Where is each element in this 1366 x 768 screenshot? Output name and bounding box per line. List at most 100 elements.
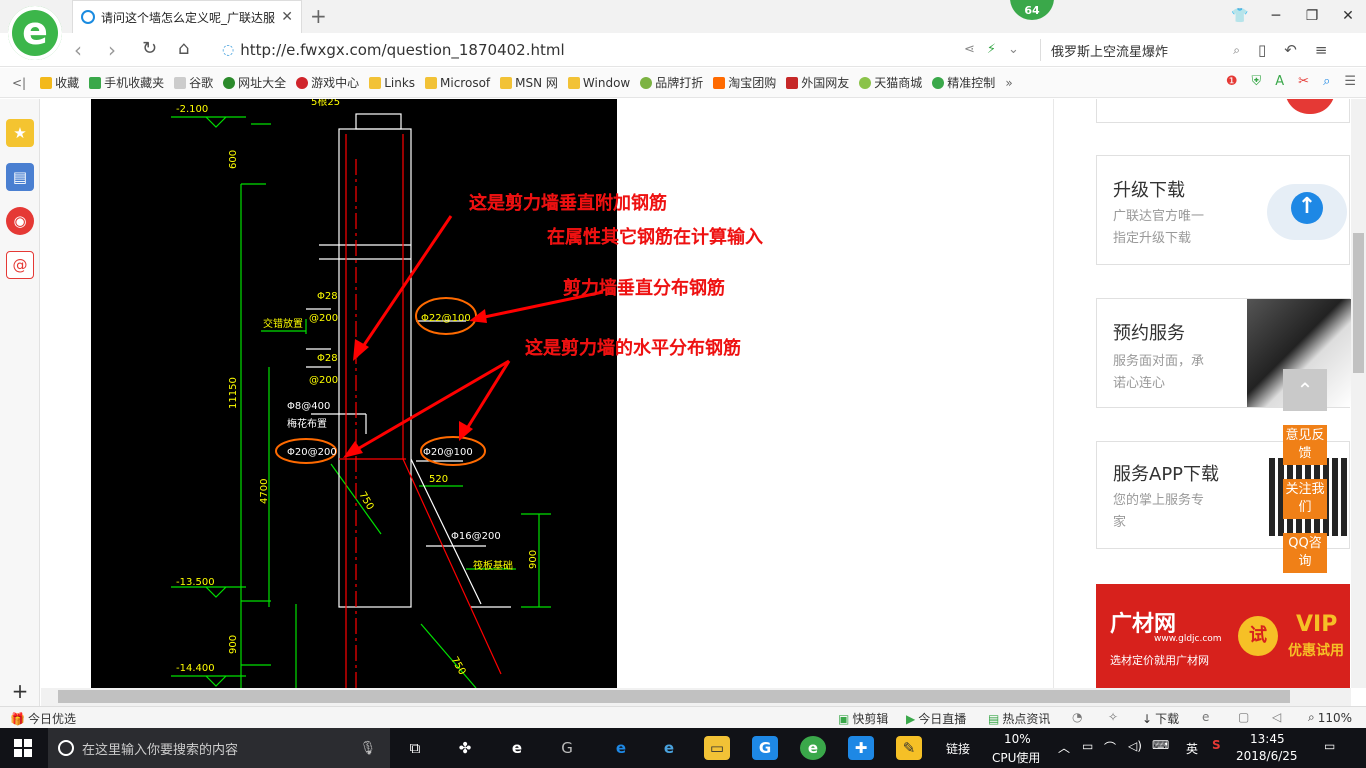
- back-to-top-button[interactable]: ⌃: [1283, 369, 1327, 411]
- taskbar-search[interactable]: 在这里输入你要搜索的内容 🎙: [48, 728, 390, 768]
- glodon-icon[interactable]: G: [752, 736, 778, 760]
- follow-us-button[interactable]: 关注我们: [1283, 479, 1327, 519]
- search-icon[interactable]: ⌕: [1233, 43, 1240, 58]
- mobile-icon[interactable]: ▯: [1258, 41, 1266, 59]
- bookmark-folder[interactable]: MSN 网: [500, 74, 558, 91]
- window-icon[interactable]: ▢: [1238, 710, 1249, 724]
- feedback-button[interactable]: 意见反馈: [1283, 425, 1327, 465]
- show-hidden-icon[interactable]: ︿: [1058, 739, 1070, 756]
- upgrade-download-card[interactable]: 升级下载 广联达官方唯一 指定升级下载 ↑: [1096, 155, 1350, 265]
- bookmark-item[interactable]: 收藏: [40, 74, 79, 91]
- favorites-star-icon[interactable]: ★: [6, 119, 34, 147]
- back-button[interactable]: ‹: [74, 38, 82, 62]
- bookmark-folder[interactable]: Microsof: [425, 76, 490, 90]
- quick-clip[interactable]: ▣ 快剪辑: [838, 710, 888, 727]
- download-button[interactable]: ↓ 下载: [1142, 710, 1179, 727]
- bookmark-folder[interactable]: Links: [369, 76, 415, 90]
- undo-icon[interactable]: ↶: [1284, 41, 1297, 59]
- clock-time[interactable]: 13:45: [1250, 732, 1285, 746]
- collapse-sidebar-icon[interactable]: <|: [12, 76, 26, 90]
- app-plus-icon[interactable]: ✚: [848, 736, 874, 760]
- promo-card-top[interactable]: [1096, 99, 1350, 123]
- card-subtitle: 指定升级下载: [1113, 231, 1192, 246]
- network-icon[interactable]: ⌒: [1104, 739, 1116, 756]
- email-icon[interactable]: @: [6, 251, 34, 279]
- bookmark-item[interactable]: 品牌打折: [640, 74, 703, 91]
- url-field[interactable]: ◌ http://e.fwxgx.com/question_1870402.ht…: [222, 39, 1032, 61]
- new-tab-button[interactable]: +: [310, 4, 327, 28]
- browser-logo[interactable]: e: [8, 6, 62, 60]
- weibo-icon[interactable]: ◉: [6, 207, 34, 235]
- mute-icon[interactable]: ◁: [1272, 710, 1281, 724]
- page-icon: [174, 76, 187, 89]
- close-window-button[interactable]: ✕: [1330, 0, 1366, 33]
- tab-active[interactable]: 请问这个墙怎么定义呢_广联达服 ✕: [72, 0, 302, 33]
- 360-browser-icon[interactable]: e: [800, 736, 826, 760]
- today-live[interactable]: ▶ 今日直播: [906, 710, 966, 727]
- menu-icon[interactable]: ≡: [1315, 41, 1328, 59]
- ie-edge-icon[interactable]: e: [504, 736, 530, 760]
- grid-menu-icon[interactable]: ☰: [1344, 74, 1356, 89]
- notification-badge[interactable]: 64: [1010, 0, 1054, 20]
- taobao-icon: [713, 76, 726, 89]
- skin-icon[interactable]: 👕: [1222, 0, 1258, 33]
- g-app-icon[interactable]: G: [554, 736, 580, 760]
- vertical-scrollbar[interactable]: [1351, 99, 1366, 688]
- bookmark-item[interactable]: 谷歌: [174, 74, 213, 91]
- bookmark-item[interactable]: 淘宝团购: [713, 74, 776, 91]
- forward-button[interactable]: ›: [108, 38, 116, 62]
- notification-center-icon[interactable]: ▭: [1324, 739, 1335, 753]
- edge-icon[interactable]: e: [608, 736, 634, 760]
- today-picks[interactable]: 🎁 今日优选: [10, 710, 76, 727]
- minimize-button[interactable]: ─: [1258, 0, 1294, 33]
- dropdown-icon[interactable]: ⌄: [1008, 42, 1019, 57]
- vertical-scrollbar-thumb[interactable]: [1353, 233, 1364, 373]
- microphone-icon[interactable]: 🎙: [359, 741, 376, 756]
- start-button[interactable]: [14, 739, 32, 757]
- task-view-icon[interactable]: ⧉: [402, 736, 428, 760]
- gldjc-promo-banner[interactable]: 广材网 www.gldjc.com 选材定价就用广材网 试 VIP 优惠试用: [1096, 584, 1350, 688]
- sogou-icon[interactable]: S: [1212, 738, 1221, 752]
- tray-link[interactable]: 链接: [946, 740, 970, 757]
- bookmark-item[interactable]: 外国网友: [786, 74, 849, 91]
- extension-icon[interactable]: ❶: [1226, 74, 1238, 89]
- ie-mode-icon[interactable]: e: [1202, 710, 1209, 724]
- share-icon[interactable]: ⋖: [964, 42, 975, 57]
- search-field[interactable]: 俄罗斯上空流星爆炸 ⌕: [1040, 39, 1240, 61]
- shield-icon[interactable]: ⛨: [1251, 74, 1261, 89]
- tools-icon[interactable]: ✧: [1108, 710, 1118, 724]
- dimension-label: 900: [228, 635, 239, 654]
- keyboard-icon[interactable]: ⌨: [1152, 738, 1169, 752]
- dimension-label: 11150: [228, 377, 239, 409]
- hot-news[interactable]: ▤ 热点资讯: [988, 710, 1050, 727]
- volume-icon[interactable]: ◁): [1128, 739, 1142, 753]
- internet-explorer-icon[interactable]: e: [656, 736, 682, 760]
- bookmark-item[interactable]: 手机收藏夹: [89, 74, 164, 91]
- speed-icon[interactable]: ◔: [1072, 710, 1082, 724]
- bookmark-item[interactable]: 精准控制: [932, 74, 995, 91]
- battery-icon[interactable]: ▭: [1082, 739, 1093, 753]
- ime-indicator[interactable]: 英: [1186, 740, 1198, 757]
- restore-button[interactable]: ❐: [1294, 0, 1330, 33]
- notes-icon[interactable]: ✎: [896, 736, 922, 760]
- home-button[interactable]: ⌂: [178, 38, 189, 59]
- tab-close-icon[interactable]: ✕: [281, 9, 293, 25]
- refresh-button[interactable]: ↻: [142, 38, 157, 59]
- add-sidebar-icon[interactable]: +: [6, 677, 34, 705]
- bookmark-item[interactable]: 网址大全: [223, 74, 286, 91]
- speed-mode-icon[interactable]: ⚡: [987, 42, 996, 57]
- scissors-icon[interactable]: ✂: [1298, 74, 1309, 89]
- clock-date[interactable]: 2018/6/25: [1236, 749, 1298, 763]
- reading-list-icon[interactable]: ▤: [6, 163, 34, 191]
- horizontal-scrollbar-thumb[interactable]: [58, 690, 1290, 703]
- bookmark-item[interactable]: 天猫商城: [859, 74, 922, 91]
- magnifier-icon[interactable]: ⌕: [1323, 74, 1330, 89]
- qq-consult-button[interactable]: QQ咨询: [1283, 533, 1327, 573]
- zoom-level[interactable]: ⌕ 110%: [1308, 710, 1352, 725]
- translate-icon[interactable]: A: [1275, 74, 1284, 89]
- pinwheel-icon[interactable]: ✤: [452, 736, 478, 760]
- file-explorer-icon[interactable]: ▭: [704, 736, 730, 760]
- more-bookmarks-icon[interactable]: »: [1005, 76, 1012, 90]
- bookmark-folder[interactable]: Window: [567, 76, 630, 90]
- bookmark-item[interactable]: 游戏中心: [296, 74, 359, 91]
